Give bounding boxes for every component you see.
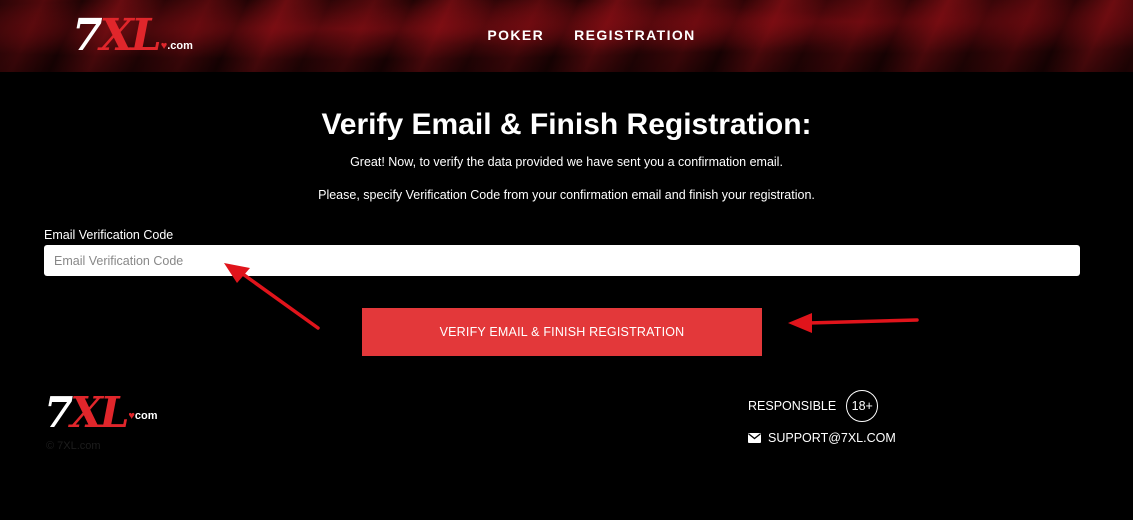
age-18-badge: 18+ xyxy=(846,390,879,422)
footer-logo-xl: XL xyxy=(70,388,129,437)
nav-item-poker[interactable]: POKER xyxy=(487,27,544,43)
verify-email-finish-button[interactable]: VERIFY EMAIL & FINISH REGISTRATION xyxy=(362,308,762,356)
support-email-text: SUPPORT@7XL.COM xyxy=(768,431,896,445)
responsible-label: RESPONSIBLE xyxy=(748,399,837,413)
footer-logo-seven: 7 xyxy=(44,388,73,437)
page-title: Verify Email & Finish Registration: xyxy=(321,108,812,141)
instruction-message: Please, specify Verification Code from y… xyxy=(318,188,815,202)
verification-code-input[interactable] xyxy=(44,245,1080,276)
verification-code-label: Email Verification Code xyxy=(44,228,174,242)
confirmation-message: Great! Now, to verify the data provided … xyxy=(350,155,783,169)
footer-logo[interactable]: 7XL ♥ com xyxy=(44,392,158,434)
footer-logo-mark: 7XL xyxy=(44,392,129,434)
responsible-gaming[interactable]: RESPONSIBLE 18+ xyxy=(748,390,879,422)
footer-logo-dotcom-text: com xyxy=(134,410,158,422)
mail-icon xyxy=(748,433,761,443)
footer-copyright: © 7XL.com xyxy=(46,440,101,452)
main-nav: POKER REGISTRATION xyxy=(0,27,1133,43)
site-header: 7XL ♥ .com POKER REGISTRATION xyxy=(0,0,1133,72)
support-email-link[interactable]: SUPPORT@7XL.COM xyxy=(748,431,896,445)
nav-item-registration[interactable]: REGISTRATION xyxy=(574,27,696,43)
arrow-icon xyxy=(788,313,919,333)
footer-logo-dotcom: ♥ com xyxy=(128,410,157,422)
